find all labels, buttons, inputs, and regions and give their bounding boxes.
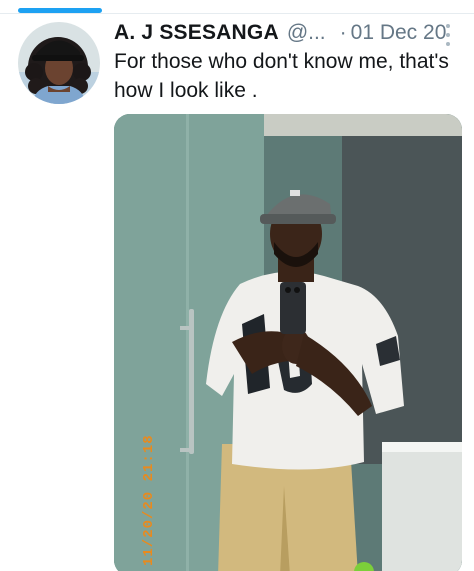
separator: · — [339, 21, 347, 44]
more-vertical-icon[interactable] — [443, 24, 453, 46]
user-handle[interactable]: @... — [287, 21, 326, 45]
photo-timestamp: 11/20/20 21:18 — [141, 434, 157, 566]
avatar-image — [18, 22, 100, 104]
mirror-selfie-image: 11/20/20 21:18 — [114, 114, 462, 571]
divider — [0, 13, 474, 14]
tweet-screen: A. J SSESANGA @... · 01 Dec 20 For those… — [0, 0, 474, 571]
tweet-text: For those who don't know me, that's how … — [114, 50, 449, 102]
tweet-header: A. J SSESANGA @... · 01 Dec 20 — [114, 17, 464, 49]
avatar[interactable] — [18, 22, 100, 104]
display-name[interactable]: A. J SSESANGA — [114, 21, 279, 45]
tweet-photo[interactable]: 11/20/20 21:18 — [114, 114, 462, 571]
tweet-date[interactable]: 01 Dec 20 — [351, 21, 447, 45]
